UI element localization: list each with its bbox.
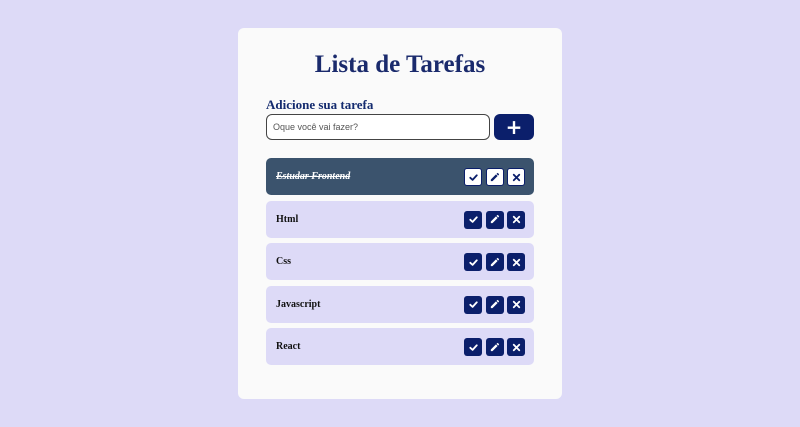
task-input[interactable]	[266, 114, 490, 140]
complete-task-button[interactable]	[464, 338, 482, 356]
task-item: Html	[266, 200, 534, 238]
task-text: Css	[276, 256, 292, 267]
task-actions	[464, 338, 525, 356]
complete-task-button[interactable]	[464, 168, 482, 186]
remove-task-button[interactable]	[507, 295, 525, 314]
remove-task-button[interactable]	[507, 338, 525, 356]
edit-task-button[interactable]	[485, 338, 504, 356]
task-text: React	[276, 341, 301, 352]
complete-task-button[interactable]	[464, 253, 482, 271]
close-icon	[512, 258, 520, 266]
complete-task-button[interactable]	[464, 295, 482, 314]
edit-task-button[interactable]	[485, 253, 504, 271]
pencil-icon	[490, 257, 500, 266]
task-actions	[464, 168, 525, 186]
task-list: Estudar Frontend Html Css Javascript Rea…	[266, 158, 534, 371]
check-icon	[468, 216, 478, 223]
task-text: Html	[276, 213, 299, 225]
task-actions	[464, 295, 525, 314]
check-icon	[468, 173, 478, 181]
close-icon	[512, 173, 520, 181]
page-title: Lista de Tarefas	[314, 51, 486, 78]
edit-task-button[interactable]	[485, 168, 504, 186]
remove-task-button[interactable]	[507, 210, 525, 229]
task-text: Javascript	[276, 298, 321, 310]
task-item: Estudar Frontend	[266, 158, 534, 195]
complete-task-button[interactable]	[464, 210, 482, 229]
pencil-icon	[490, 172, 500, 181]
task-actions	[464, 210, 525, 229]
task-actions	[464, 253, 525, 271]
remove-task-button[interactable]	[507, 168, 525, 186]
remove-task-button[interactable]	[507, 253, 525, 271]
check-icon	[468, 258, 478, 266]
close-icon	[512, 343, 520, 351]
todo-card: Lista de Tarefas Adicione sua tarefa + E…	[238, 28, 562, 399]
close-icon	[512, 300, 520, 309]
task-item: React	[266, 328, 534, 365]
task-item: Javascript	[266, 285, 534, 323]
close-icon	[512, 215, 520, 224]
check-icon	[468, 301, 478, 308]
task-item: Css	[266, 243, 534, 280]
pencil-icon	[490, 214, 500, 224]
edit-task-button[interactable]	[485, 295, 504, 314]
add-task-button[interactable]: +	[494, 114, 534, 140]
add-task-label: Adicione sua tarefa	[266, 97, 374, 112]
task-text: Estudar Frontend	[276, 171, 351, 182]
pencil-icon	[490, 342, 500, 351]
pencil-icon	[490, 299, 500, 309]
check-icon	[468, 343, 478, 351]
edit-task-button[interactable]	[485, 210, 504, 229]
